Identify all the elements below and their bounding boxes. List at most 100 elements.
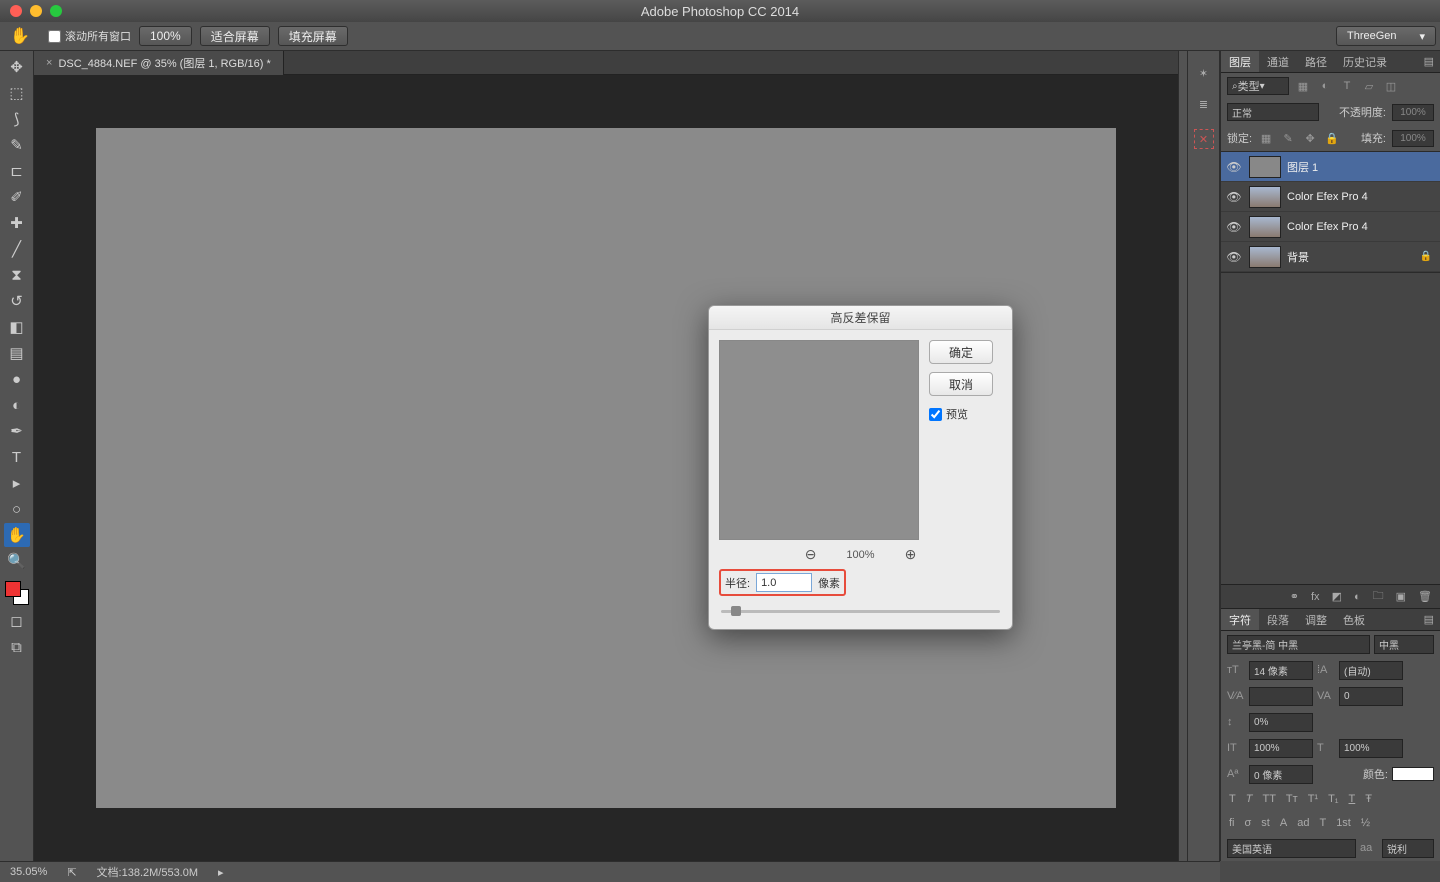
blend-mode-dropdown[interactable]: 正常 xyxy=(1227,103,1319,121)
strikethrough[interactable]: Ŧ xyxy=(1365,793,1372,805)
opacity-value[interactable]: 100% xyxy=(1392,104,1434,121)
type-tool[interactable]: T xyxy=(4,445,30,469)
faux-italic[interactable]: T xyxy=(1246,793,1253,805)
filter-type-icon[interactable]: T xyxy=(1339,80,1355,92)
radius-slider[interactable] xyxy=(721,606,1000,616)
status-export-icon[interactable]: ⇱ xyxy=(67,866,76,879)
history-brush-tool[interactable]: ↺ xyxy=(4,289,30,313)
eraser-tool[interactable]: ◧ xyxy=(4,315,30,339)
hscale2-field[interactable]: 100% xyxy=(1339,739,1403,758)
filter-smart-icon[interactable]: ◫ xyxy=(1383,80,1399,93)
close-tab-icon[interactable]: × xyxy=(46,57,52,69)
panel-dock-collapse[interactable] xyxy=(1178,51,1188,861)
scroll-all-windows-checkbox[interactable]: 滚动所有窗口 xyxy=(48,28,131,44)
tab-history[interactable]: 历史记录 xyxy=(1335,51,1395,72)
ok-button[interactable]: 确定 xyxy=(929,340,993,364)
faux-bold[interactable]: T xyxy=(1229,793,1236,805)
delete-layer-icon[interactable]: 🗑 xyxy=(1418,590,1432,603)
text-color-swatch[interactable] xyxy=(1392,767,1434,781)
layer-fx-icon[interactable]: fx xyxy=(1311,591,1320,603)
hand-tool[interactable]: ✋ xyxy=(4,523,30,547)
dialog-preview[interactable] xyxy=(719,340,919,540)
path-select-tool[interactable]: ▸ xyxy=(4,471,30,495)
panel-menu-icon[interactable]: ▤ xyxy=(1418,51,1440,72)
shape-tool[interactable]: ○ xyxy=(4,497,30,521)
font-family-dropdown[interactable]: 兰亭黑-简 中黑 xyxy=(1227,635,1370,654)
fill-value[interactable]: 100% xyxy=(1392,130,1434,147)
underline[interactable]: T xyxy=(1349,793,1356,805)
tab-swatches[interactable]: 色板 xyxy=(1335,609,1373,630)
visibility-icon[interactable]: 👁 xyxy=(1225,250,1243,264)
layer-row[interactable]: 👁图层 1 xyxy=(1221,152,1440,182)
crop-tool[interactable]: ⊏ xyxy=(4,159,30,183)
workspace-switcher[interactable]: ThreeGen▾ xyxy=(1336,26,1436,46)
zoom-100-button[interactable]: 100% xyxy=(139,26,192,46)
preview-checkbox[interactable]: 预览 xyxy=(929,406,993,422)
leading-field[interactable]: (自动) xyxy=(1339,661,1403,680)
layer-thumb[interactable] xyxy=(1249,156,1281,178)
cancel-button[interactable]: 取消 xyxy=(929,372,993,396)
superscript[interactable]: T¹ xyxy=(1308,793,1318,805)
status-arrow-icon[interactable]: ▸ xyxy=(218,866,224,879)
status-doc-size[interactable]: 文档:138.2M/553.0M xyxy=(97,864,199,880)
stamp-tool[interactable]: ⧗ xyxy=(4,263,30,287)
quick-select-tool[interactable]: ✎ xyxy=(4,133,30,157)
pen-tool[interactable]: ✒ xyxy=(4,419,30,443)
smallcaps[interactable]: Tᴛ xyxy=(1286,793,1298,805)
zoom-tool[interactable]: 🔍 xyxy=(4,549,30,573)
marquee-tool[interactable]: ⬚ xyxy=(4,81,30,105)
visibility-icon[interactable]: 👁 xyxy=(1225,220,1243,234)
dodge-tool[interactable]: ◐ xyxy=(4,393,30,417)
layer-row[interactable]: 👁Color Efex Pro 4 xyxy=(1221,212,1440,242)
baseline-field[interactable]: 0 像素 xyxy=(1249,765,1313,784)
document-tab[interactable]: ×DSC_4884.NEF @ 35% (图层 1, RGB/16) * xyxy=(34,51,284,75)
lock-transparent-icon[interactable]: ▦ xyxy=(1258,132,1274,145)
history-panel-icon[interactable]: ✶ xyxy=(1199,67,1208,80)
adjustment-layer-icon[interactable]: ◐ xyxy=(1354,591,1361,603)
filter-pixel-icon[interactable]: ▦ xyxy=(1295,80,1311,93)
status-zoom[interactable]: 35.05% xyxy=(10,866,47,878)
font-size-field[interactable]: 14 像素 xyxy=(1249,661,1313,680)
tab-character[interactable]: 字符 xyxy=(1221,609,1259,630)
tracking-field[interactable]: 0 xyxy=(1339,687,1403,706)
gradient-tool[interactable]: ▤ xyxy=(4,341,30,365)
layer-thumb[interactable] xyxy=(1249,246,1281,268)
lasso-tool[interactable]: ⟆ xyxy=(4,107,30,131)
zoom-in-icon[interactable]: ⊕ xyxy=(905,546,917,563)
vscale-field[interactable]: 0% xyxy=(1249,713,1313,732)
blur-tool[interactable]: ● xyxy=(4,367,30,391)
tab-layers[interactable]: 图层 xyxy=(1221,51,1259,72)
actions-panel-icon[interactable]: ≣ xyxy=(1199,98,1208,111)
move-tool[interactable]: ✥ xyxy=(4,55,30,79)
brush-tool[interactable]: ╱ xyxy=(4,237,30,261)
zoom-out-icon[interactable]: ⊖ xyxy=(805,546,817,563)
kerning-field[interactable] xyxy=(1249,687,1313,706)
color-swatches[interactable] xyxy=(5,581,29,605)
radius-input[interactable] xyxy=(756,573,812,592)
new-layer-icon[interactable]: ▣ xyxy=(1396,590,1406,603)
fit-screen-button[interactable]: 适合屏幕 xyxy=(200,26,270,46)
tab-paragraph[interactable]: 段落 xyxy=(1259,609,1297,630)
tab-paths[interactable]: 路径 xyxy=(1297,51,1335,72)
layer-mask-icon[interactable]: ◩ xyxy=(1332,590,1342,603)
link-layers-icon[interactable]: ⚭ xyxy=(1290,590,1299,603)
lock-position-icon[interactable]: ✥ xyxy=(1302,132,1318,145)
filter-shape-icon[interactable]: ▱ xyxy=(1361,80,1377,93)
language-dropdown[interactable]: 美国英语 xyxy=(1227,839,1356,858)
font-style-dropdown[interactable]: 中黑 xyxy=(1374,635,1434,654)
layer-thumb[interactable] xyxy=(1249,216,1281,238)
layer-filter-kind[interactable]: ⌕ 类型 ▾ xyxy=(1227,77,1289,95)
layer-thumb[interactable] xyxy=(1249,186,1281,208)
antialias-dropdown[interactable]: 锐利 xyxy=(1382,839,1434,858)
layer-row[interactable]: 👁背景🔒 xyxy=(1221,242,1440,272)
hscale-field[interactable]: 100% xyxy=(1249,739,1313,758)
tab-adjustments[interactable]: 调整 xyxy=(1297,609,1335,630)
filter-adjust-icon[interactable]: ◐ xyxy=(1317,80,1333,92)
lock-pixels-icon[interactable]: ✎ xyxy=(1280,132,1296,145)
hand-tool-icon[interactable]: ✋ xyxy=(4,25,36,47)
panel-menu-icon[interactable]: ▤ xyxy=(1418,609,1440,630)
group-icon[interactable]: 🗀 xyxy=(1373,587,1384,606)
subscript[interactable]: T₁ xyxy=(1328,793,1338,805)
tab-channels[interactable]: 通道 xyxy=(1259,51,1297,72)
visibility-icon[interactable]: 👁 xyxy=(1225,160,1243,174)
